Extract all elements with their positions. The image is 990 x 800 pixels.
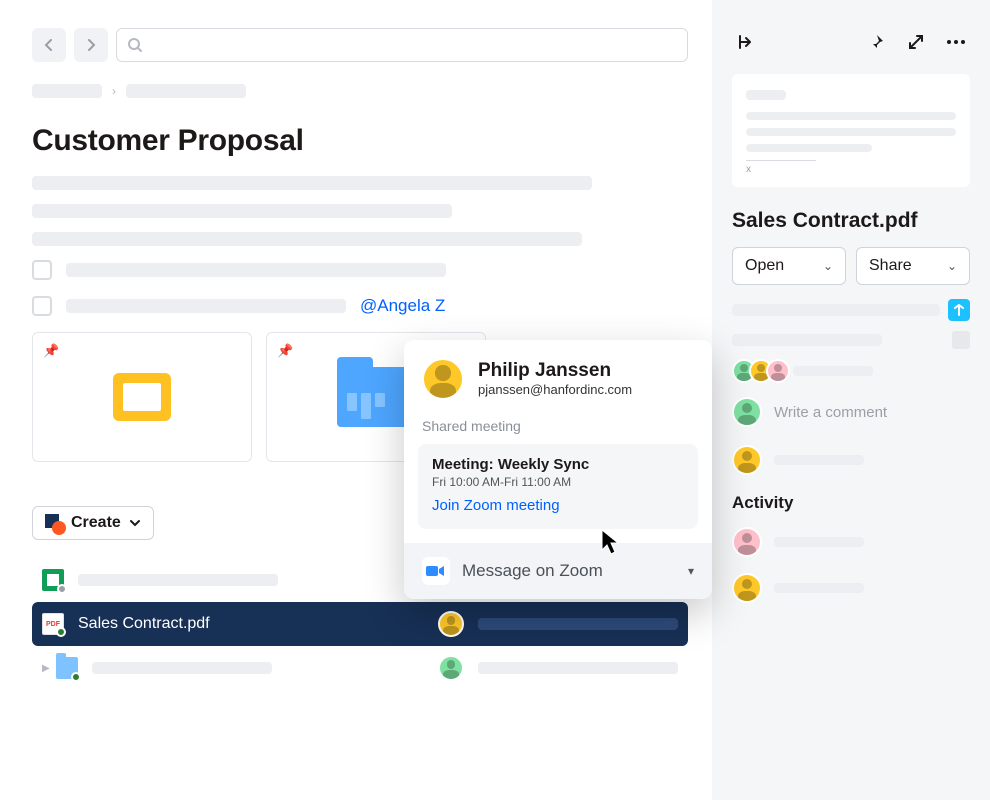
pin-button[interactable]: [862, 28, 890, 56]
search-input[interactable]: [116, 28, 688, 62]
avatar: [438, 611, 464, 637]
nav-bar: [32, 28, 688, 62]
meta-row: [732, 331, 970, 349]
spreadsheet-icon: [42, 569, 64, 591]
checklist-row: [32, 260, 688, 280]
signature-line: x: [746, 160, 816, 175]
expand-icon[interactable]: ▶: [42, 663, 50, 674]
cursor-icon: [600, 528, 622, 556]
avatar: [732, 397, 762, 427]
back-button[interactable]: [32, 28, 66, 62]
search-icon: [127, 37, 143, 53]
meeting-card: Meeting: Weekly Sync Fri 10:00 AM-Fri 11…: [418, 444, 698, 529]
contact-name: Philip Janssen: [478, 361, 632, 382]
create-label: Create: [71, 514, 121, 532]
breadcrumb: ›: [32, 84, 688, 98]
pin-icon: 📌: [277, 343, 293, 359]
activity-heading: Activity: [732, 493, 970, 513]
avatar: [732, 445, 762, 475]
chevron-down-icon: [129, 517, 141, 529]
more-button[interactable]: [942, 28, 970, 56]
comment-input-row[interactable]: Write a comment: [732, 397, 970, 427]
message-on-zoom-button[interactable]: Message on Zoom ▾: [404, 543, 712, 599]
shared-meeting-label: Shared meeting: [404, 414, 712, 444]
message-label: Message on Zoom: [462, 561, 603, 581]
chevron-down-icon: ▾: [688, 564, 694, 578]
meta-row: [732, 299, 970, 321]
contact-email: pjanssen@hanfordinc.com: [478, 382, 632, 397]
meta-icon: [952, 331, 970, 349]
file-row-selected[interactable]: PDF Sales Contract.pdf: [32, 602, 688, 646]
zoom-icon: [422, 557, 450, 585]
body-text: [32, 176, 688, 246]
comment-placeholder: Write a comment: [774, 404, 887, 421]
checkbox[interactable]: [32, 296, 52, 316]
chevron-down-icon: ⌄: [823, 259, 833, 273]
avatar: [766, 359, 790, 383]
meeting-title: Meeting: Weekly Sync: [432, 456, 684, 473]
forward-button[interactable]: [74, 28, 108, 62]
expand-button[interactable]: [902, 28, 930, 56]
folder-icon: [56, 657, 78, 679]
file-name: [78, 574, 278, 586]
breadcrumb-item[interactable]: [32, 84, 102, 98]
file-name: Sales Contract.pdf: [78, 615, 438, 633]
breadcrumb-item[interactable]: [126, 84, 246, 98]
sign-icon[interactable]: [948, 299, 970, 321]
checklist-row: @Angela Z: [32, 296, 688, 316]
activity-row: [732, 573, 970, 603]
mention-link[interactable]: @Angela Z: [360, 296, 445, 316]
main-pane: › Customer Proposal @Angela Z 📌 📌 Create: [0, 0, 712, 800]
avatar: [732, 527, 762, 557]
side-file-title: Sales Contract.pdf: [732, 209, 970, 233]
chevron-right-icon: ›: [112, 84, 116, 98]
side-panel: x Sales Contract.pdf Open ⌄ Share ⌄ W: [712, 0, 990, 800]
page-title: Customer Proposal: [32, 124, 688, 158]
activity-row: [732, 527, 970, 557]
file-meta: [478, 618, 678, 630]
avatar: [422, 358, 464, 400]
open-dropdown[interactable]: Open ⌄: [732, 247, 846, 285]
contact-popover: Philip Janssen pjanssen@hanfordinc.com S…: [404, 340, 712, 599]
share-dropdown[interactable]: Share ⌄: [856, 247, 970, 285]
file-preview[interactable]: x: [732, 74, 970, 187]
create-button[interactable]: Create: [32, 506, 154, 540]
avatar: [732, 573, 762, 603]
checkbox[interactable]: [32, 260, 52, 280]
people-row: [732, 359, 970, 383]
create-icon: [45, 514, 63, 532]
checklist-text: [66, 299, 346, 313]
chevron-down-icon: ⌄: [947, 259, 957, 273]
file-meta: [478, 662, 678, 674]
join-meeting-link[interactable]: Join Zoom meeting: [432, 497, 560, 514]
slides-icon: [113, 373, 171, 421]
checklist-text: [66, 263, 446, 277]
pin-icon: 📌: [43, 343, 59, 359]
embed-card-slides[interactable]: 📌: [32, 332, 252, 462]
meeting-time: Fri 10:00 AM-Fri 11:00 AM: [432, 475, 684, 489]
comment-row: [732, 445, 970, 475]
file-row[interactable]: ▶: [32, 646, 688, 690]
pdf-icon: PDF: [42, 613, 64, 635]
collapse-panel-button[interactable]: [732, 28, 760, 56]
avatar: [438, 655, 464, 681]
file-name: [92, 662, 272, 674]
